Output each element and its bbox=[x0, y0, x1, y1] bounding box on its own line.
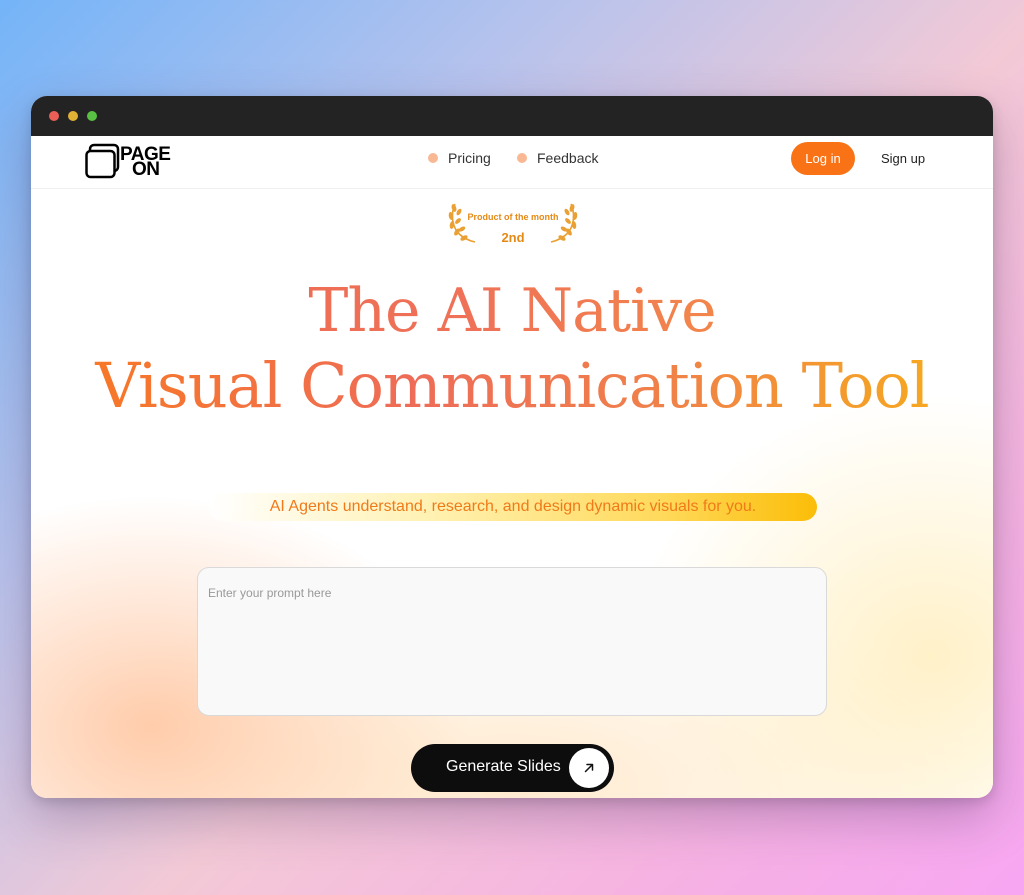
generate-slides-button[interactable]: Generate Slides bbox=[411, 744, 614, 792]
award-rank: 2nd bbox=[501, 230, 525, 245]
pageon-logo[interactable]: PAGE ON bbox=[85, 143, 185, 179]
page-content: PAGE ON Pricing Feedback Log in Sign up bbox=[31, 136, 993, 798]
nav-link-label: Feedback bbox=[537, 150, 599, 166]
logo-text: PAGE ON bbox=[120, 145, 171, 179]
product-of-month-badge[interactable]: Product of the month 2nd bbox=[445, 198, 581, 248]
close-window-button[interactable] bbox=[49, 111, 59, 121]
maximize-window-button[interactable] bbox=[87, 111, 97, 121]
window-titlebar bbox=[31, 96, 993, 136]
browser-window: PAGE ON Pricing Feedback Log in Sign up bbox=[31, 96, 993, 798]
generate-slides-label: Generate Slides bbox=[446, 758, 561, 775]
signup-button[interactable]: Sign up bbox=[873, 142, 933, 175]
prompt-input[interactable] bbox=[197, 567, 827, 716]
hero-subtitle: AI Agents understand, research, and desi… bbox=[209, 493, 817, 521]
arrow-up-right-icon bbox=[569, 748, 609, 788]
nav-link-label: Pricing bbox=[448, 150, 491, 166]
minimize-window-button[interactable] bbox=[68, 111, 78, 121]
hero-title-line1: The AI Native bbox=[31, 279, 993, 343]
logo-mark-icon bbox=[85, 143, 120, 179]
top-navbar: PAGE ON Pricing Feedback Log in Sign up bbox=[31, 136, 993, 189]
bullet-dot-icon bbox=[517, 153, 527, 163]
login-button[interactable]: Log in bbox=[791, 142, 855, 175]
bullet-dot-icon bbox=[428, 153, 438, 163]
hero-title-line2: Visual Communication Tool bbox=[31, 352, 993, 420]
nav-link-feedback[interactable]: Feedback bbox=[517, 150, 598, 166]
nav-link-pricing[interactable]: Pricing bbox=[428, 150, 491, 166]
award-title: Product of the month bbox=[467, 212, 559, 222]
